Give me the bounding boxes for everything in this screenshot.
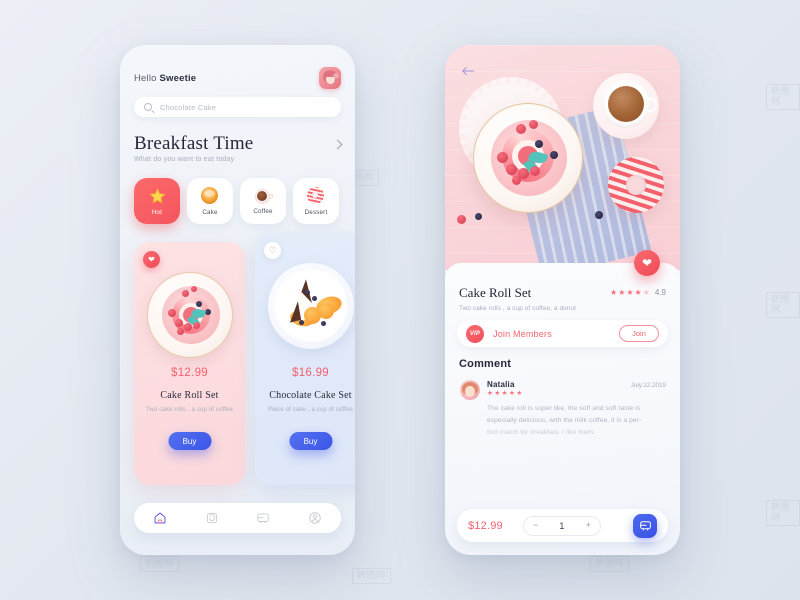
decrement-button[interactable]: − [533,521,538,530]
category-chip-cake[interactable]: Cake [187,178,233,224]
watermark: 新图网 [590,556,629,572]
avatar[interactable] [319,67,341,89]
product-image [146,272,233,358]
product-price: $12.99 [171,367,208,379]
comment-text: The cake roll is super like, the soft an… [487,403,665,440]
greeting-name: Sweetie [159,72,197,84]
category-list: Hot Cake Coffee Dessert [134,178,339,224]
chevron-right-icon[interactable] [332,139,343,150]
product-name: Chocolate Cake Set [269,390,352,401]
hero-image [445,45,680,270]
watermark: 新图网 [140,556,179,572]
search-icon [144,103,152,111]
rating: ★ ★ ★ ★ ★ 4.9 [610,288,666,297]
avatar [460,380,480,400]
star-icon: ★ [494,390,501,397]
star-icon: ★ [516,390,523,397]
cake-icon [200,186,220,206]
product-description: Piece of cake , a cup of coffee [268,407,353,413]
comment-line: The cake roll is super like, the soft an… [487,405,641,412]
product-image [267,263,354,349]
search-placeholder: Chocolate Cake [160,102,217,112]
vip-label: Join Members [493,328,552,339]
product-card[interactable]: ♡ $16.99 Chocolate Cake Set Piece of cak… [255,233,355,485]
category-label: Coffee [253,207,273,215]
comment-author: Natalia [487,380,515,389]
quantity-value: 1 [559,520,565,531]
star-icon: ★ [487,390,493,397]
cake-plate-graphic [473,103,583,213]
category-chip-dessert[interactable]: Dessert [293,178,339,224]
avatar-bun [333,73,339,79]
rating-score: 4.9 [654,288,666,297]
quantity-stepper[interactable]: − 1 + [522,515,601,536]
header-row: Hello Sweetie [134,67,341,89]
bottom-nav [134,503,341,533]
delivery-truck-icon[interactable] [256,511,270,525]
product-description: Two cake rolls , a cup of coffee, a donu… [459,305,576,312]
star-icon: ★ [501,390,508,397]
page-subtitle: What do you want to eat today [134,156,235,163]
heart-filled-icon[interactable]: ❤ [634,250,660,276]
product-detail-screen: ❤ Cake Roll Set ★ ★ ★ ★ ★ 4.9 Two cake r… [445,45,680,555]
comment-line: fect match for breakfast. I like them. [487,429,596,437]
star-icon: ★ [626,287,634,297]
donut-graphic [608,157,664,213]
page-title: Cake Roll Set [459,285,532,300]
home-screen: Hello Sweetie Chocolate Cake Breakfast T… [120,45,355,555]
back-arrow-icon[interactable] [461,65,475,77]
star-icon: ★ [508,390,515,397]
comment-star-rating: ★ ★ ★ ★ ★ [487,390,523,398]
detail-price: $12.99 [468,519,503,532]
detail-sheet: Cake Roll Set ★ ★ ★ ★ ★ 4.9 Two cake rol… [445,263,680,555]
greeting-prefix: Hello [134,72,160,84]
donut-icon [306,186,326,206]
comment-line: especially delicious, with the milk coff… [487,417,642,425]
buy-button[interactable]: Buy [289,432,332,450]
category-label: Dessert [304,208,328,216]
product-description: Two cake rolls , a cup of coffee [145,407,234,413]
watermark: 新图网 [352,568,391,584]
delivery-cart-icon[interactable] [633,513,657,538]
heart-filled-icon[interactable]: ❤ [143,251,160,268]
increment-button[interactable]: + [586,521,591,530]
star-icon: ★ [642,287,650,297]
category-chip-coffee[interactable]: Coffee [240,178,286,224]
product-card[interactable]: ❤ $12.99 Cake Roll Set Two cake rolls , … [134,242,245,485]
star-icon [148,187,167,206]
watermark: 新图网 [766,500,800,526]
star-icon: ★ [610,287,618,297]
comment-heading: Comment [459,358,512,370]
vip-badge: VIP [466,324,484,343]
profile-icon[interactable] [308,511,322,525]
category-label: Cake [202,208,218,216]
product-price: $16.99 [292,367,329,379]
bag-icon[interactable] [205,511,219,525]
product-name: Cake Roll Set [160,390,219,401]
search-input[interactable]: Chocolate Cake [134,97,341,117]
buy-bar: $12.99 − 1 + [457,509,668,542]
vip-banner[interactable]: VIP Join Members Join [457,320,668,347]
watermark: 新图网 [766,84,800,110]
page-title: Breakfast Time [134,133,254,154]
join-button[interactable]: Join [619,325,659,342]
coffee-cup-icon [254,188,273,205]
home-icon[interactable] [153,511,167,525]
star-icon: ★ [618,287,626,297]
star-rating: ★ ★ ★ ★ ★ [610,287,650,297]
category-chip-hot[interactable]: Hot [134,178,180,224]
category-label: Hot [151,208,163,216]
greeting-text: Hello Sweetie [134,73,196,84]
coffee-graphic [593,73,659,139]
heart-outline-icon[interactable]: ♡ [264,242,281,259]
comment-date: July.12.2019 [630,382,666,389]
watermark: 新图网 [766,292,800,318]
buy-button[interactable]: Buy [168,432,211,450]
star-icon: ★ [634,287,642,297]
